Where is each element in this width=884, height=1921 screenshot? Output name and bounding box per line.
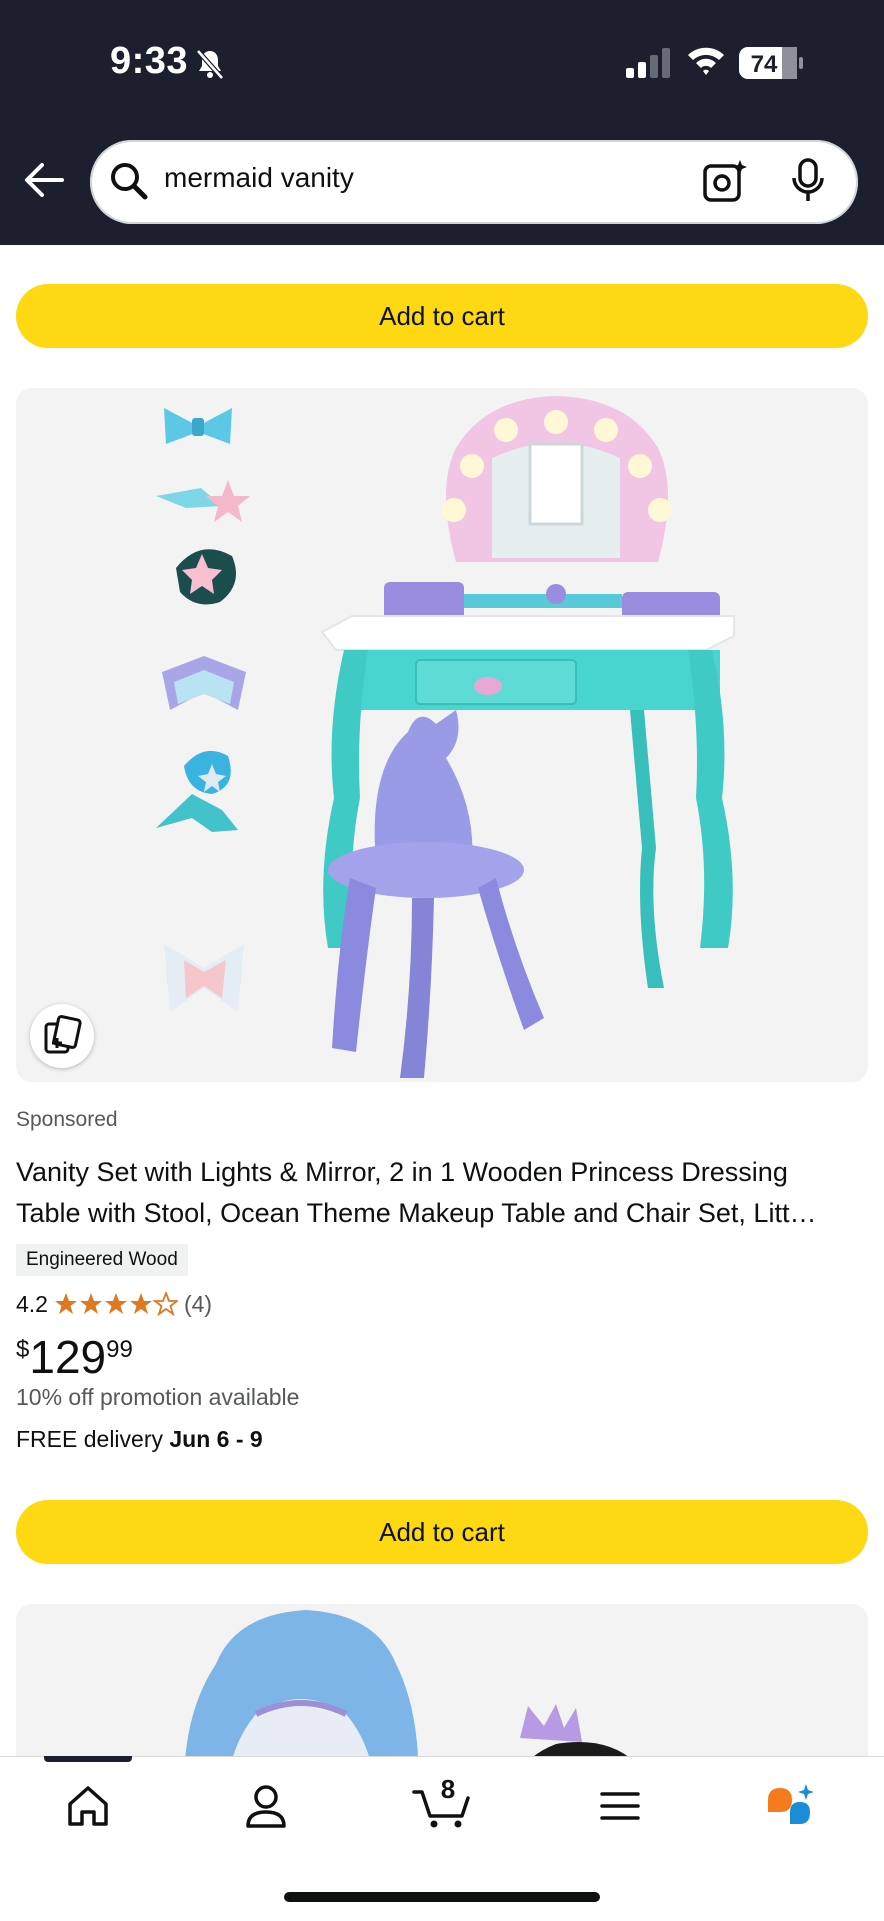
material-badge: Engineered Wood <box>16 1244 188 1276</box>
cart-count-badge[interactable]: 8 <box>436 1774 460 1805</box>
filled-stars <box>54 1293 152 1314</box>
delivery-prefix: FREE delivery <box>16 1426 170 1452</box>
sponsored-label: Sponsored <box>16 1108 118 1131</box>
review-count[interactable]: (4) <box>184 1291 212 1318</box>
price: $12999 <box>16 1330 133 1384</box>
mermaid-stool <box>328 710 544 1078</box>
price-whole: 129 <box>29 1331 107 1383</box>
search-bar[interactable]: mermaid vanity <box>90 140 858 224</box>
similar-items-button[interactable] <box>30 1004 94 1068</box>
promotion-text: 10% off promotion available <box>16 1384 300 1410</box>
rating-row[interactable]: 4.2 (4) <box>16 1288 212 1320</box>
menu-icon[interactable] <box>596 1782 644 1830</box>
price-currency: $ <box>16 1336 30 1363</box>
signal-icon <box>626 48 670 78</box>
hair-bows <box>156 408 250 1012</box>
search-icon[interactable] <box>108 160 150 202</box>
bell-slash-icon <box>196 49 224 80</box>
delivery-info: FREE delivery Jun 6 - 9 <box>16 1426 263 1453</box>
camera-lens-icon[interactable] <box>702 158 748 204</box>
battery-icon: 74 <box>739 47 803 79</box>
search-input[interactable]: mermaid vanity <box>164 162 354 194</box>
home-indicator <box>284 1892 600 1902</box>
status-time: 9:33 <box>110 40 189 82</box>
rating-value: 4.2 <box>16 1290 48 1317</box>
arrow-left-icon[interactable] <box>22 160 66 200</box>
add-to-cart-button[interactable]: Add to cart <box>16 284 868 348</box>
battery-level: 74 <box>751 51 778 78</box>
microphone-icon[interactable] <box>790 158 826 204</box>
top-bar: 9:33 74 mermaid vanity <box>0 0 884 245</box>
home-icon[interactable] <box>64 1782 112 1830</box>
vanity-illustration <box>156 396 735 1078</box>
delivery-dates: Jun 6 - 9 <box>169 1426 263 1452</box>
shell-mirror <box>384 396 720 632</box>
product-title[interactable]: Vanity Set with Lights & Mirror, 2 in 1 … <box>16 1152 868 1234</box>
price-fraction: 99 <box>106 1336 133 1363</box>
account-icon[interactable] <box>242 1782 290 1830</box>
star-rating[interactable] <box>54 1292 178 1316</box>
product-image[interactable] <box>16 388 868 1082</box>
rufus-assistant-icon[interactable] <box>764 1782 820 1830</box>
similar-cards-icon <box>44 1015 82 1054</box>
product-title-line-1[interactable]: Vanity Set with Lights & Mirror, 2 in 1 … <box>16 1152 868 1193</box>
product-title-line-2[interactable]: Table with Stool, Ocean Theme Makeup Tab… <box>16 1193 868 1234</box>
empty-star-icon <box>152 1292 178 1316</box>
wifi-icon <box>688 47 724 75</box>
active-tab-indicator <box>44 1756 132 1762</box>
add-to-cart-button[interactable]: Add to cart <box>16 1500 868 1564</box>
